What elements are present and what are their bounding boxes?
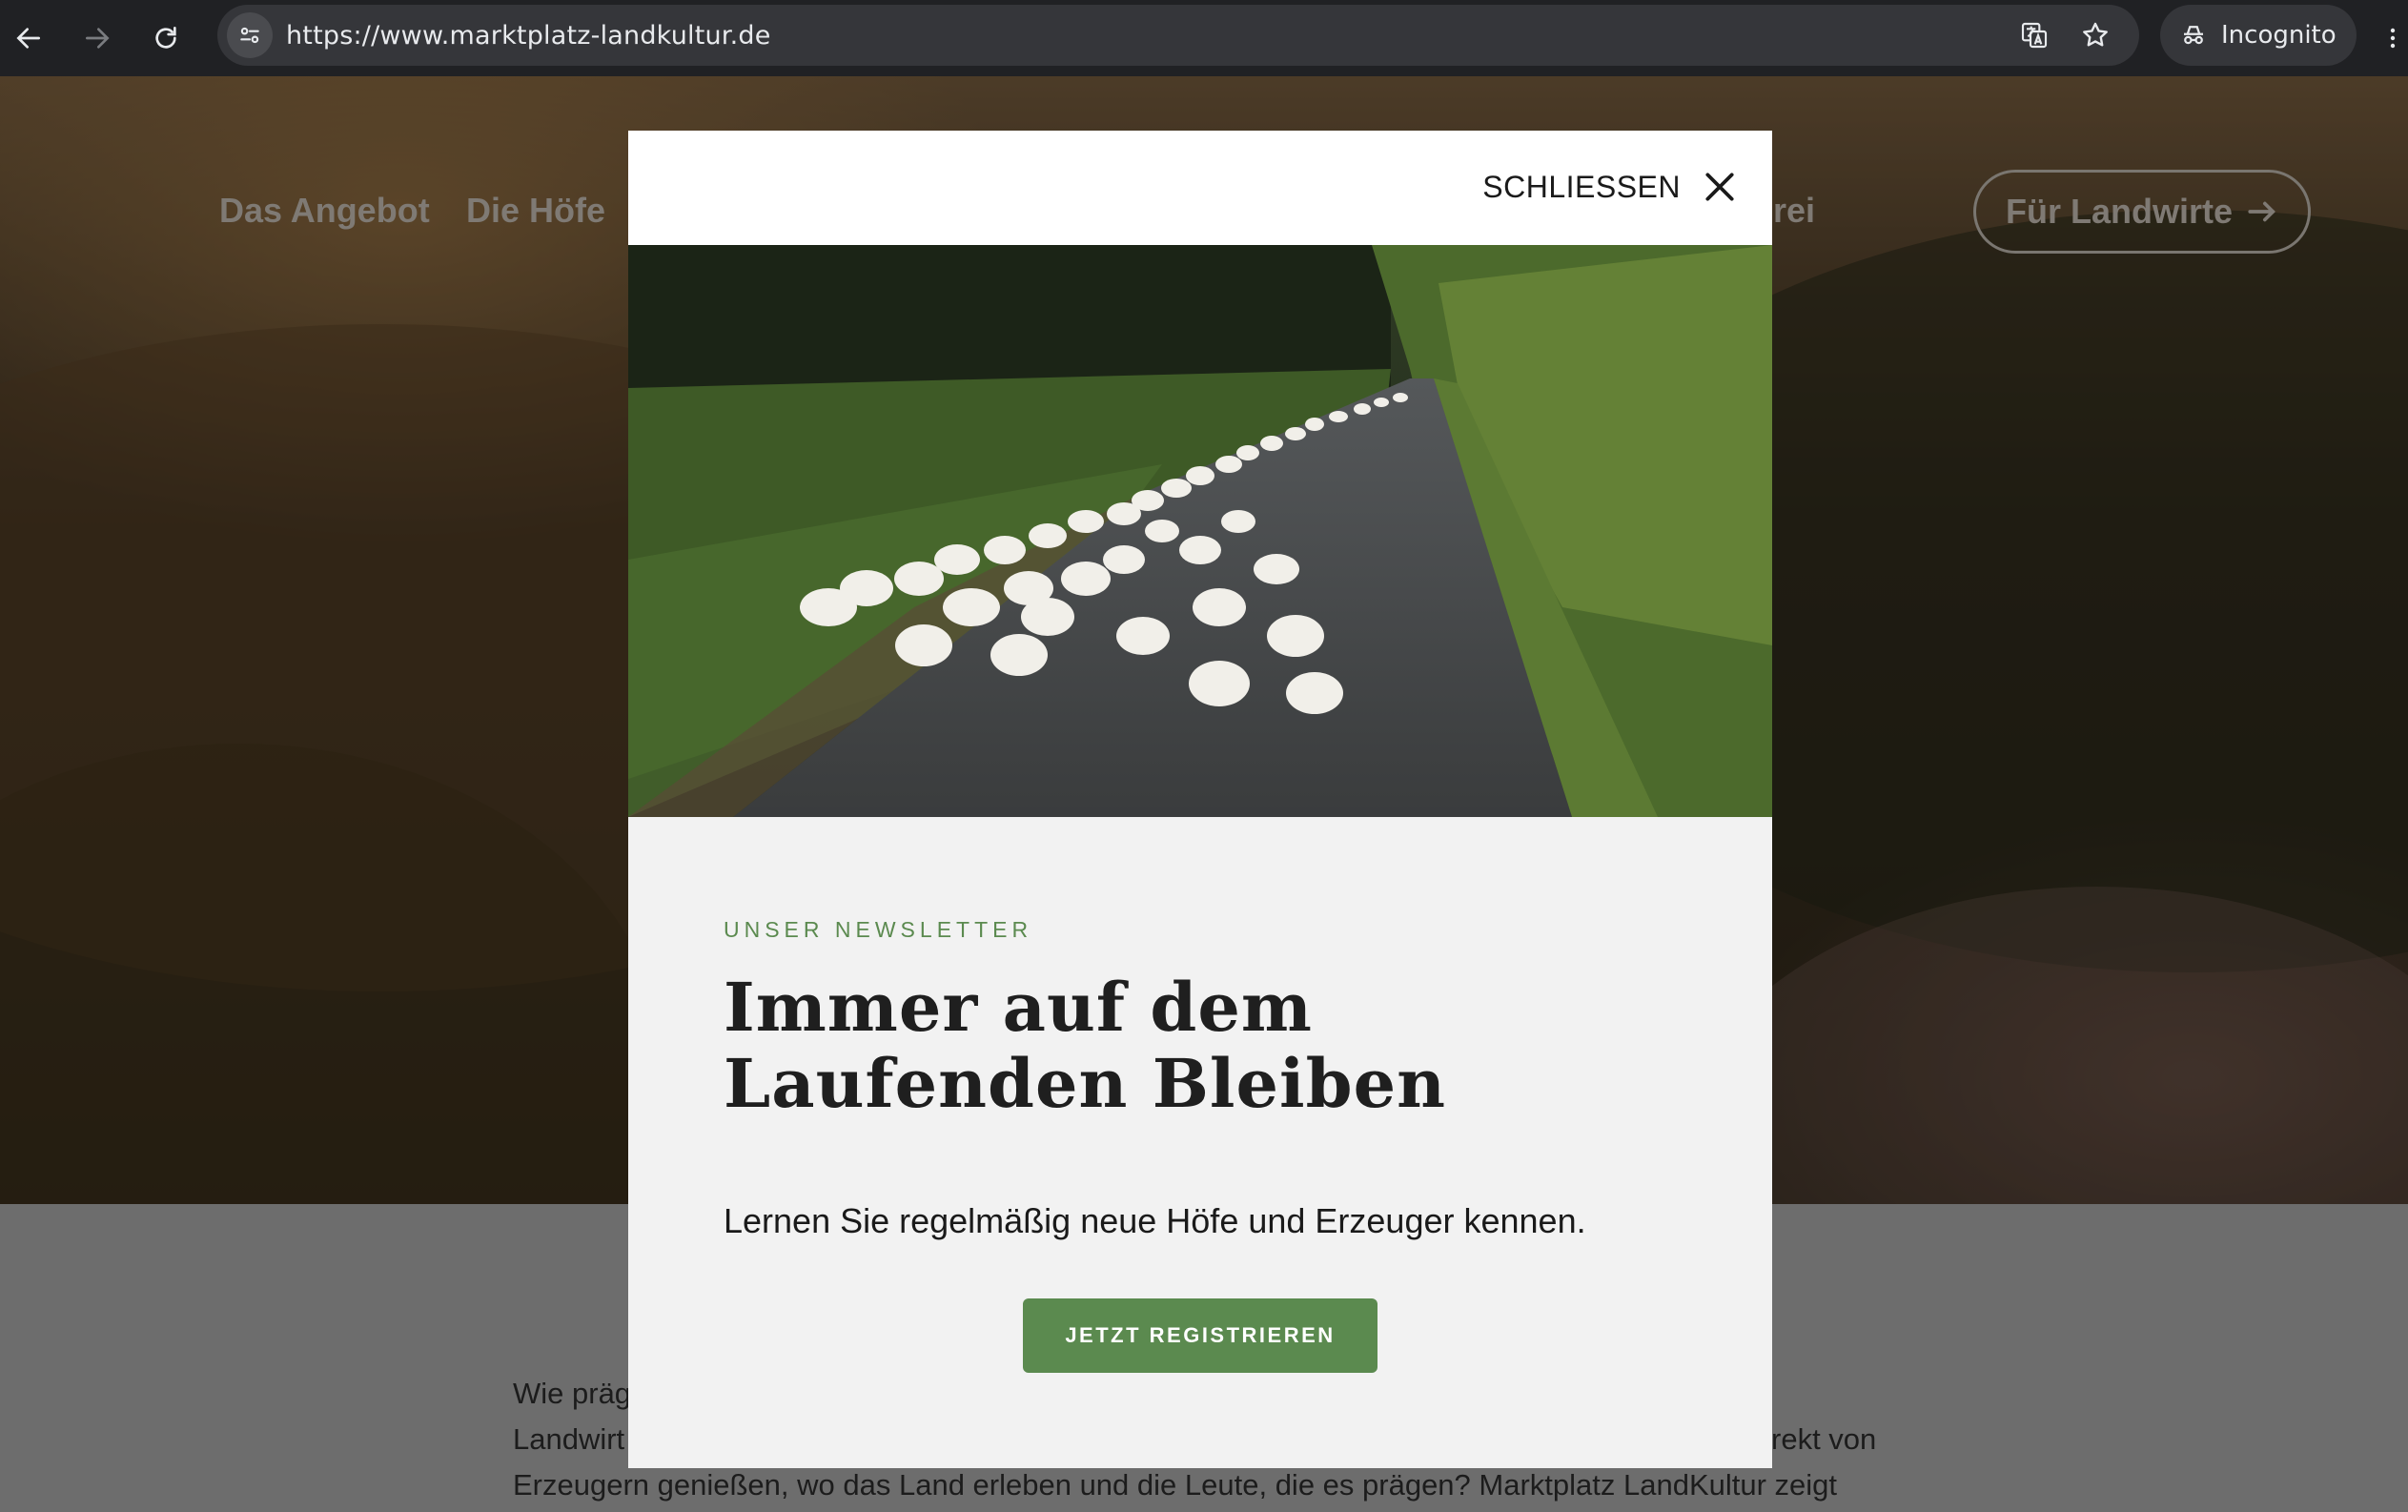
forward-arrow-icon[interactable]	[71, 11, 124, 65]
translate-icon[interactable]	[2015, 16, 2053, 54]
headline-line-1: Immer auf dem	[724, 968, 1313, 1047]
browser-toolbar: https://www.marktplatz-landkultur.de Inc…	[0, 0, 2408, 76]
modal-headline: Immer auf dem Laufenden Bleiben	[724, 970, 1677, 1122]
arrow-right-icon	[2248, 201, 2275, 222]
site-info-icon[interactable]	[227, 12, 273, 58]
url-text[interactable]: https://www.marktplatz-landkultur.de	[286, 21, 771, 51]
bookmark-star-icon[interactable]	[2076, 16, 2114, 54]
nav-item-angebot[interactable]: Das Angebot	[219, 191, 430, 231]
headline-line-2: Laufenden Bleiben	[724, 1044, 1447, 1123]
incognito-indicator[interactable]: Incognito	[2160, 5, 2357, 66]
close-icon	[1705, 173, 1734, 201]
address-bar[interactable]: https://www.marktplatz-landkultur.de	[217, 5, 2139, 66]
modal-header: SCHLIESSEN	[628, 131, 1772, 245]
close-label: SCHLIESSEN	[1482, 169, 1681, 204]
newsletter-modal: SCHLIESSEN UNSER NEWSLETTER Immer auf de…	[628, 131, 1772, 1468]
nav-item-hoefe[interactable]: Die Höfe	[466, 191, 605, 231]
back-arrow-icon[interactable]	[2, 11, 55, 65]
close-button[interactable]: SCHLIESSEN	[1482, 169, 1738, 205]
modal-lead-text: Lernen Sie regelmäßig neue Höfe und Erze…	[724, 1201, 1586, 1240]
incognito-icon	[2184, 26, 2203, 45]
reload-icon[interactable]	[139, 11, 193, 65]
intro-text-line2-end: rekt von	[1771, 1422, 1877, 1456]
intro-text-line3: Erzeugern genießen, wo das Land erleben …	[513, 1468, 1838, 1502]
geese-photo	[628, 245, 1772, 817]
nav-item-partial[interactable]: rei	[1773, 191, 1815, 231]
menu-dots-icon[interactable]	[2377, 13, 2408, 63]
farmers-cta-label: Für Landwirte	[2005, 192, 2233, 231]
newsletter-eyebrow: UNSER NEWSLETTER	[724, 917, 1033, 942]
farmers-cta-button[interactable]: Für Landwirte	[1973, 170, 2311, 254]
incognito-label: Incognito	[2221, 21, 2337, 50]
register-button[interactable]: JETZT REGISTRIEREN	[1023, 1298, 1377, 1373]
